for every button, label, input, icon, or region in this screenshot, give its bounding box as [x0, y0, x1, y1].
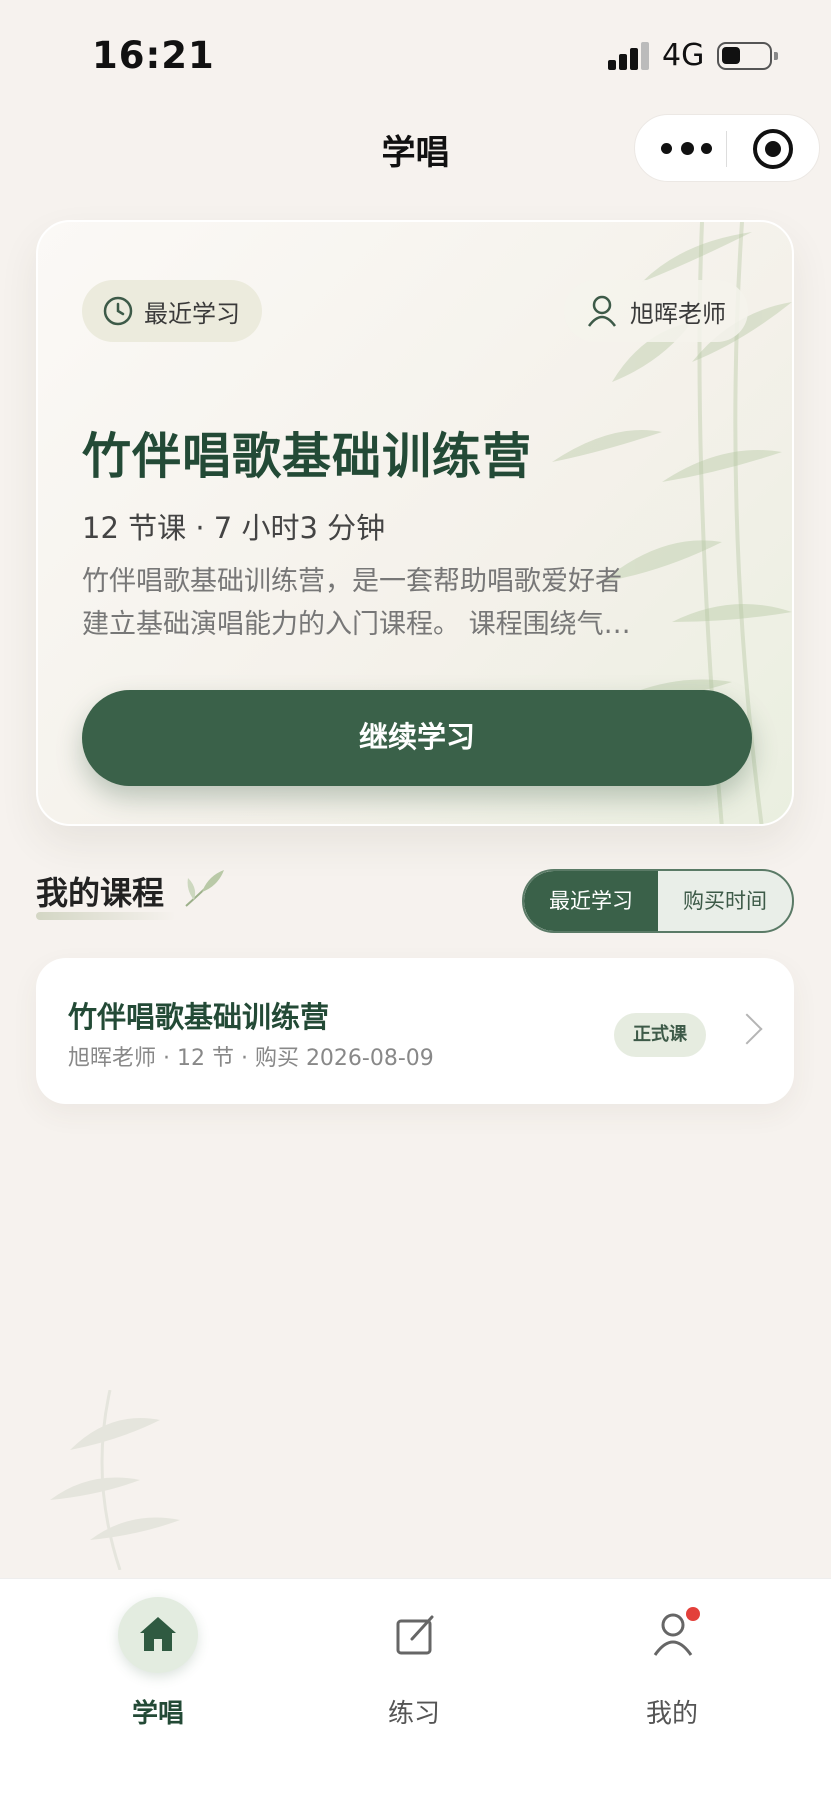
status-bar: 16:21 4G: [0, 0, 831, 100]
sort-purchase-time-option[interactable]: 购买时间: [658, 871, 792, 931]
course-item-name: 竹伴唱歌基础训练营: [68, 1000, 330, 1034]
continue-learning-button[interactable]: 继续学习: [82, 690, 752, 786]
tab-label: 学唱: [131, 1699, 184, 1729]
recent-study-tag: 最近学习: [82, 280, 262, 342]
recent-course-card: 最近学习 旭晖老师 竹伴唱歌基础训练营 12 节课 · 7 小时3 分钟 竹伴唱…: [36, 220, 794, 826]
battery-icon: [717, 42, 778, 70]
sort-toggle: 最近学习 购买时间: [522, 869, 794, 933]
clock-icon: [103, 296, 133, 326]
signal-icon: [608, 42, 652, 70]
course-list-item[interactable]: 竹伴唱歌基础训练营 旭晖老师 · 12 节 · 购买 2026-08-09 正式…: [36, 958, 794, 1104]
home-icon: [118, 1597, 198, 1673]
edit-icon: [374, 1597, 454, 1673]
course-item-meta: 旭晖老师 · 12 节 · 购买 2026-08-09: [68, 1046, 434, 1071]
leaf-icon: [185, 870, 224, 907]
status-time: 16:21: [92, 34, 215, 77]
bamboo-background-icon: [50, 1390, 180, 1570]
user-icon: [632, 1597, 712, 1673]
tab-label: 我的: [645, 1699, 698, 1729]
chevron-right-icon: [731, 1013, 763, 1045]
bottom-tab-bar: 学唱 练习 我的: [0, 1578, 831, 1800]
teacher-tag: 旭晖老师: [564, 280, 748, 342]
recent-study-label: 最近学习: [144, 299, 240, 328]
course-description: 竹伴唱歌基础训练营，是一套帮助唱歌爱好者建立基础演唱能力的入门课程。 课程围绕气…: [82, 566, 631, 640]
teacher-name: 旭晖老师: [630, 299, 726, 328]
capsule-divider: [726, 131, 727, 167]
course-meta: 12 节课 · 7 小时3 分钟: [82, 511, 386, 545]
my-courses-title: 我的课程: [36, 874, 165, 912]
notification-dot: [686, 1607, 700, 1621]
tab-label: 练习: [387, 1699, 440, 1729]
network-label: 4G: [662, 38, 705, 73]
tab-practice[interactable]: 练习: [334, 1597, 494, 1747]
close-target-icon[interactable]: [753, 129, 793, 169]
tab-learn-sing[interactable]: 学唱: [78, 1597, 238, 1747]
mini-program-capsule: [634, 114, 820, 182]
tab-mine[interactable]: 我的: [592, 1597, 752, 1747]
sort-recent-option[interactable]: 最近学习: [524, 871, 658, 931]
user-icon: [587, 295, 617, 327]
more-icon[interactable]: [659, 115, 715, 183]
course-title: 竹伴唱歌基础训练营: [82, 428, 533, 485]
course-type-badge: 正式课: [614, 1013, 706, 1057]
